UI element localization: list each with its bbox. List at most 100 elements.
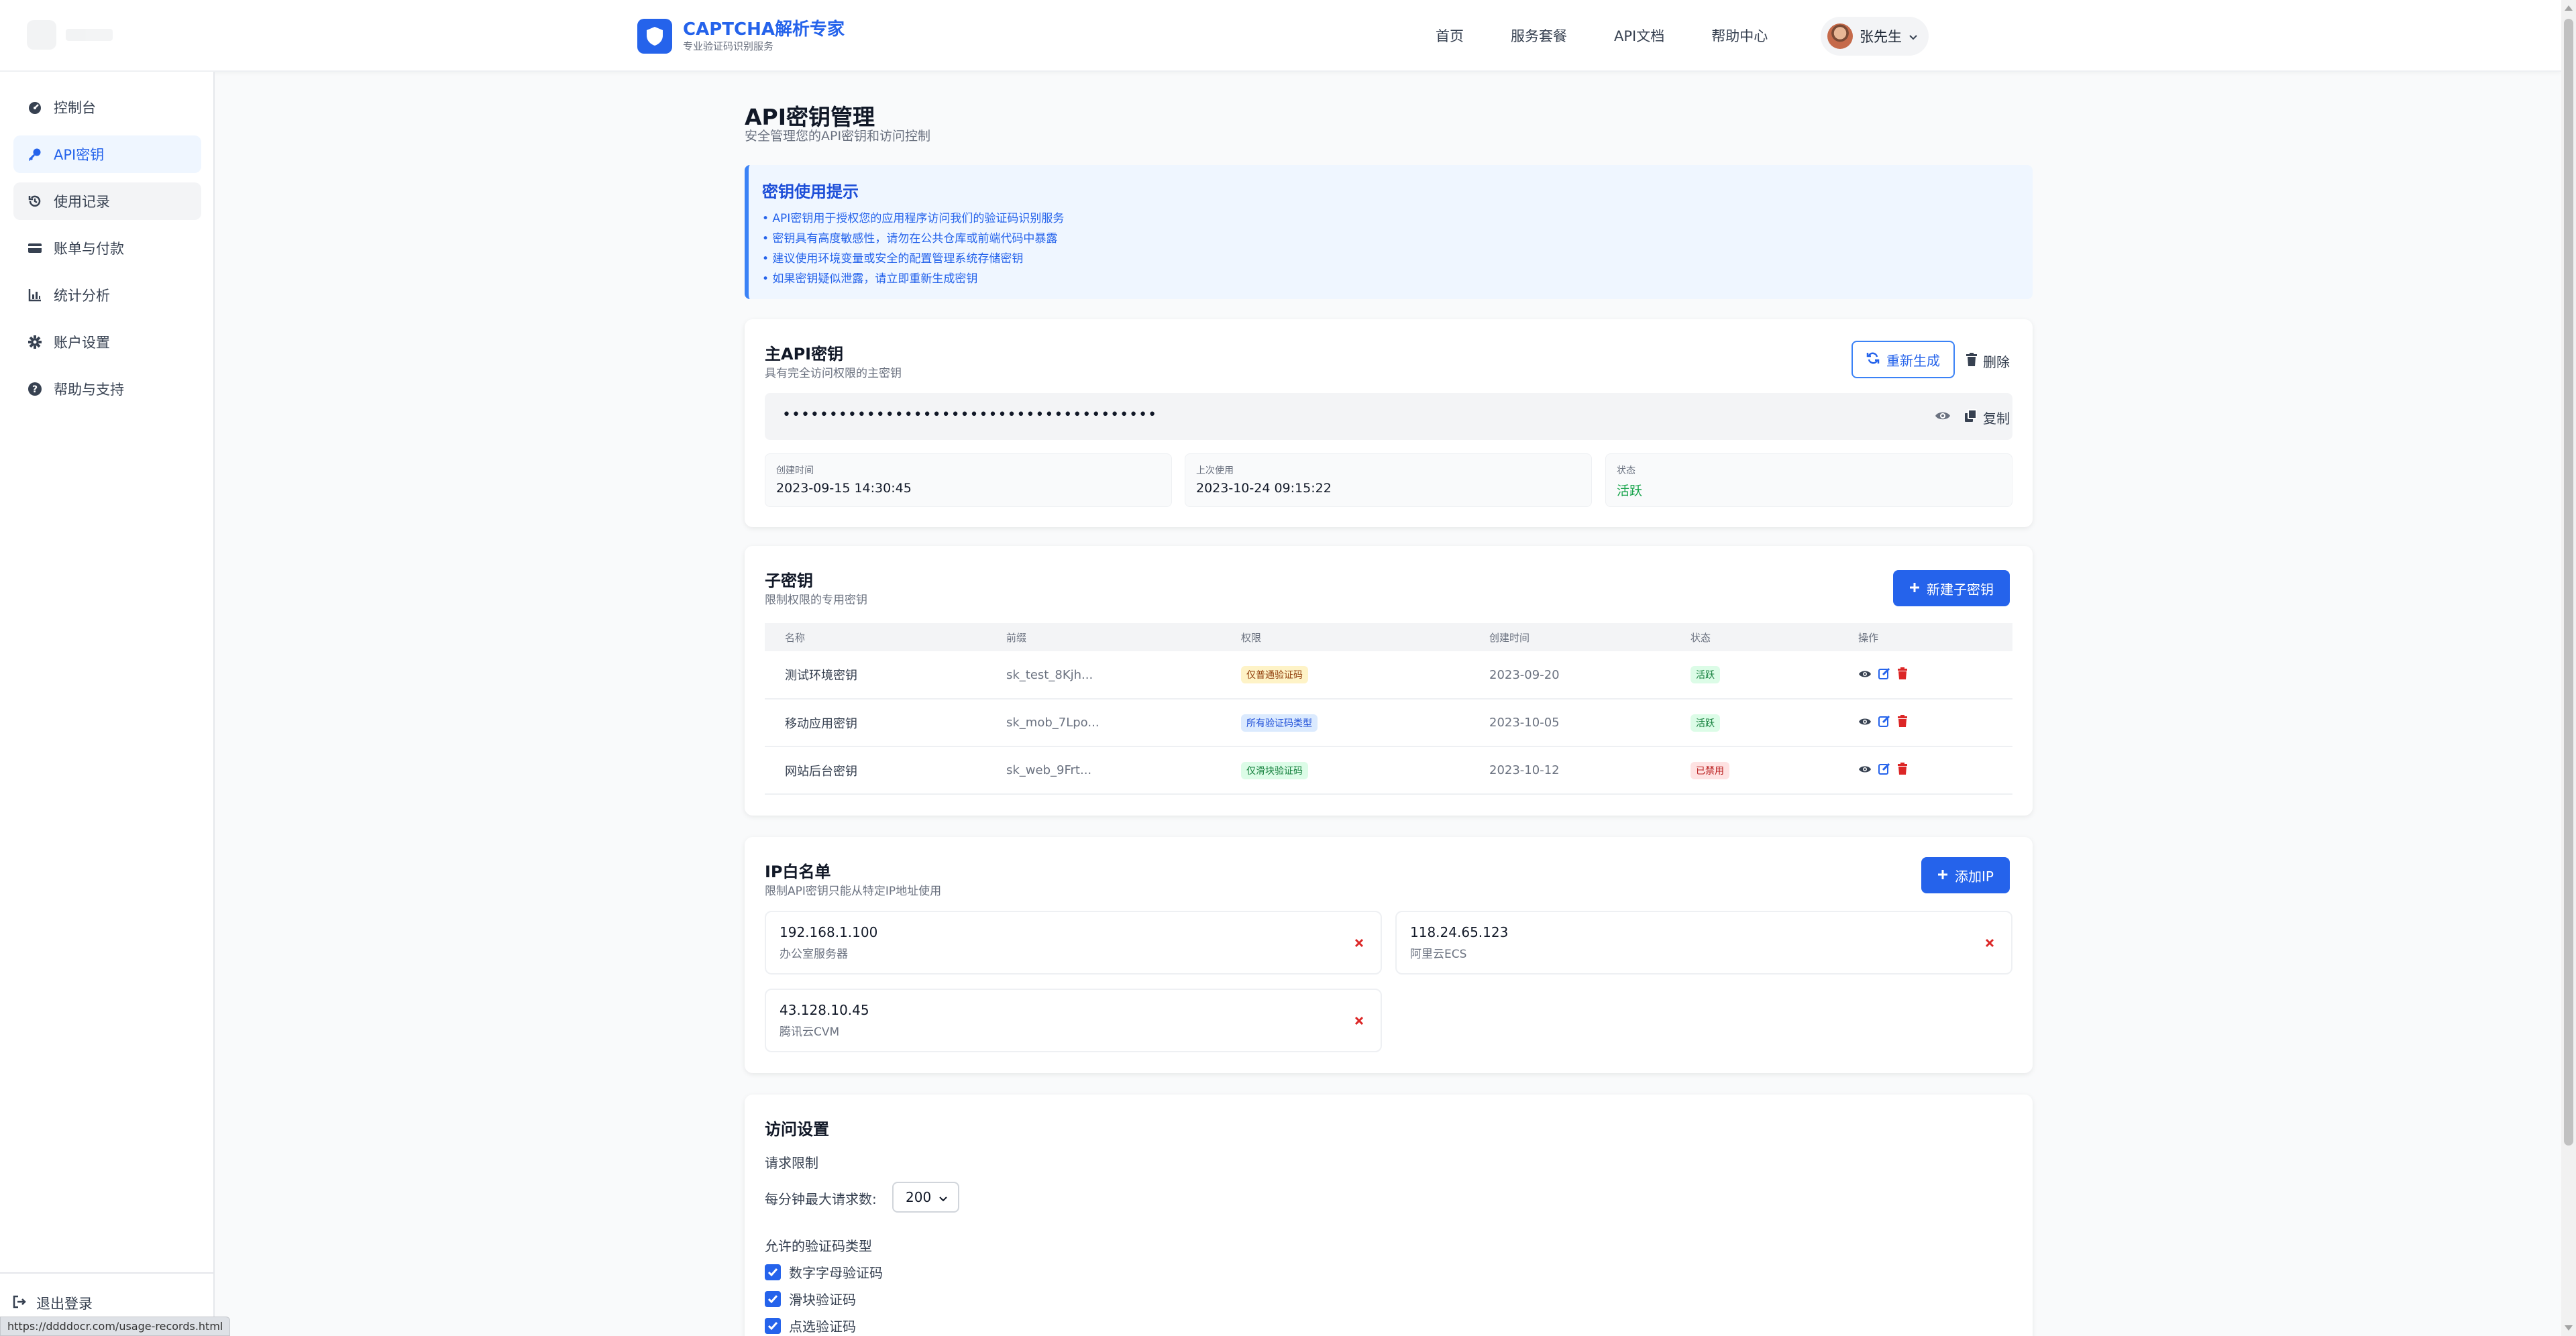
remove-ip-icon[interactable] — [1351, 1013, 1367, 1029]
scroll-thumb[interactable] — [2564, 19, 2573, 1146]
remove-ip-icon[interactable] — [1982, 935, 1998, 951]
rate-limit-title: 请求限制 — [765, 1155, 818, 1171]
regenerate-button[interactable]: 重新生成 — [1851, 341, 1955, 378]
table-row: 测试环境密钥 sk_test_8Kjh... 仅普通验证码 2023-09-20 活跃 — [765, 651, 2012, 700]
sidebar-item-label: 控制台 — [54, 100, 96, 116]
api-key-field[interactable]: •••••••••••••••••••••••••••••••••••••••• — [765, 393, 2012, 440]
last-used-info: 上次使用 2023-10-24 09:15:22 — [1185, 453, 1592, 507]
history-icon — [27, 193, 43, 209]
key-name: 移动应用密钥 — [765, 699, 986, 747]
scroll-down-arrow[interactable] — [2565, 1325, 2573, 1331]
add-ip-label: 添加IP — [1955, 868, 1994, 885]
trash-icon[interactable] — [1897, 667, 1908, 683]
sidebar-item-label: API密钥 — [54, 147, 105, 163]
delete-key-button[interactable]: 删除 — [1966, 351, 2010, 371]
eye-icon[interactable] — [1935, 409, 1951, 425]
captcha-type-label: 点选验证码 — [789, 1319, 856, 1335]
ip-item: 192.168.1.100 办公室服务器 — [765, 911, 1382, 975]
created-label: 创建时间 — [776, 465, 814, 476]
logout-button[interactable]: 退出登录 — [12, 1293, 93, 1313]
main-key-card: 主API密钥 具有完全访问权限的主密钥 重新生成 删除 ••••••••••••… — [745, 319, 2033, 527]
logout-label: 退出登录 — [36, 1296, 93, 1312]
status-badge: 已禁用 — [1690, 761, 1729, 779]
col-prefix: 前缀 — [986, 623, 1221, 651]
ip-address: 118.24.65.123 — [1410, 924, 1509, 940]
view-icon[interactable] — [1858, 716, 1872, 730]
nav-plans[interactable]: 服务套餐 — [1511, 25, 1567, 46]
trash-icon[interactable] — [1897, 715, 1908, 730]
nav-help-center[interactable]: 帮助中心 — [1711, 25, 1768, 46]
trash-icon — [1966, 353, 1978, 370]
rate-limit-value: 200 — [906, 1189, 932, 1205]
created-date: 2023-09-20 — [1469, 651, 1670, 700]
sidebar-item-usage-records[interactable]: 使用记录 — [13, 182, 201, 220]
sidebar-item-label: 使用记录 — [54, 194, 110, 210]
captcha-type-option[interactable]: 数字字母验证码 — [765, 1262, 883, 1282]
chevron-down-icon — [1909, 28, 1918, 44]
sidebar-item-account-settings[interactable]: 账户设置 — [13, 323, 201, 361]
checkbox-checked[interactable] — [765, 1264, 781, 1280]
sub-keys-title: 子密钥 — [765, 571, 813, 590]
sidebar: 控制台 API密钥 使用记录 账单与付款 统计分析 账户设置 ? 帮助与支持 — [0, 72, 215, 1336]
edit-icon[interactable] — [1878, 763, 1890, 778]
created-info: 创建时间 2023-09-15 14:30:45 — [765, 453, 1172, 507]
nav-home[interactable]: 首页 — [1436, 25, 1464, 46]
sidebar-item-dashboard[interactable]: 控制台 — [13, 89, 201, 126]
access-settings-card: 访问设置 请求限制 每分钟最大请求数: 200 允许的验证码类型 数字字母验证码… — [745, 1095, 2033, 1336]
key-name: 测试环境密钥 — [765, 651, 986, 700]
tip-line: • 密钥具有高度敏感性，请勿在公共仓库或前端代码中暴露 — [762, 232, 1058, 245]
checkbox-checked[interactable] — [765, 1290, 781, 1307]
ip-item: 43.128.10.45 腾讯云CVM — [765, 989, 1382, 1052]
edit-icon[interactable] — [1878, 715, 1890, 730]
nav-api-docs[interactable]: API文档 — [1614, 25, 1664, 46]
page-scrollbar[interactable] — [2561, 0, 2576, 1336]
user-menu[interactable]: 张先生 — [1821, 17, 1929, 56]
sidebar-item-help-support[interactable]: ? 帮助与支持 — [13, 370, 201, 408]
dashboard-icon — [27, 99, 43, 115]
rate-limit-select[interactable]: 200 — [892, 1182, 959, 1213]
key-prefix: sk_web_9Frt... — [986, 746, 1221, 795]
gear-icon — [27, 334, 43, 350]
credit-card-icon — [27, 240, 43, 256]
col-created: 创建时间 — [1469, 623, 1670, 651]
checkbox-checked[interactable] — [765, 1317, 781, 1334]
question-icon: ? — [27, 381, 43, 397]
status-badge: 活跃 — [1690, 714, 1720, 732]
remove-ip-icon[interactable] — [1351, 935, 1367, 951]
add-ip-button[interactable]: 添加IP — [1921, 857, 2010, 893]
ip-description: 办公室服务器 — [780, 948, 848, 961]
col-actions: 操作 — [1838, 623, 2012, 651]
sidebar-item-statistics[interactable]: 统计分析 — [13, 276, 201, 314]
brand[interactable]: CAPTCHA解析专家 专业验证码识别服务 — [637, 19, 845, 54]
tip-line: • 建议使用环境变量或安全的配置管理系统存储密钥 — [762, 252, 1024, 266]
captcha-type-option[interactable]: 滑块验证码 — [765, 1289, 856, 1309]
refresh-icon — [1866, 351, 1880, 368]
captcha-type-option[interactable]: 点选验证码 — [765, 1316, 856, 1335]
status-label: 状态 — [1617, 465, 1635, 476]
brand-title: CAPTCHA解析专家 — [683, 19, 845, 40]
tips-panel: 密钥使用提示 • API密钥用于授权您的应用程序访问我们的验证码识别服务 • 密… — [745, 165, 2033, 299]
sidebar-item-api-keys[interactable]: API密钥 — [13, 135, 201, 173]
browser-status-url: https://ddddocr.com/usage-records.html — [0, 1317, 231, 1336]
sidebar-item-label: 账户设置 — [54, 335, 110, 351]
new-sub-key-button[interactable]: 新建子密钥 — [1893, 570, 2010, 606]
trash-icon[interactable] — [1897, 763, 1908, 778]
last-used-label: 上次使用 — [1196, 465, 1234, 476]
sub-keys-subtitle: 限制权限的专用密钥 — [765, 594, 867, 607]
scroll-up-arrow[interactable] — [2565, 5, 2573, 11]
view-icon[interactable] — [1858, 763, 1872, 777]
ip-address: 43.128.10.45 — [780, 1002, 869, 1018]
sidebar-item-billing[interactable]: 账单与付款 — [13, 229, 201, 267]
permission-badge: 所有验证码类型 — [1241, 714, 1318, 732]
col-permission: 权限 — [1221, 623, 1469, 651]
brand-subtitle: 专业验证码识别服务 — [683, 40, 774, 52]
created-date: 2023-10-12 — [1469, 746, 1670, 795]
key-prefix: sk_mob_7Lpo... — [986, 699, 1221, 747]
copy-key-button[interactable]: 复制 — [1964, 408, 2010, 427]
logout-icon — [12, 1294, 27, 1313]
view-icon[interactable] — [1858, 668, 1872, 682]
ip-address: 192.168.1.100 — [780, 924, 878, 940]
edit-icon[interactable] — [1878, 667, 1890, 683]
main-key-title: 主API密钥 — [765, 345, 844, 364]
new-sub-key-label: 新建子密钥 — [1927, 581, 1994, 598]
